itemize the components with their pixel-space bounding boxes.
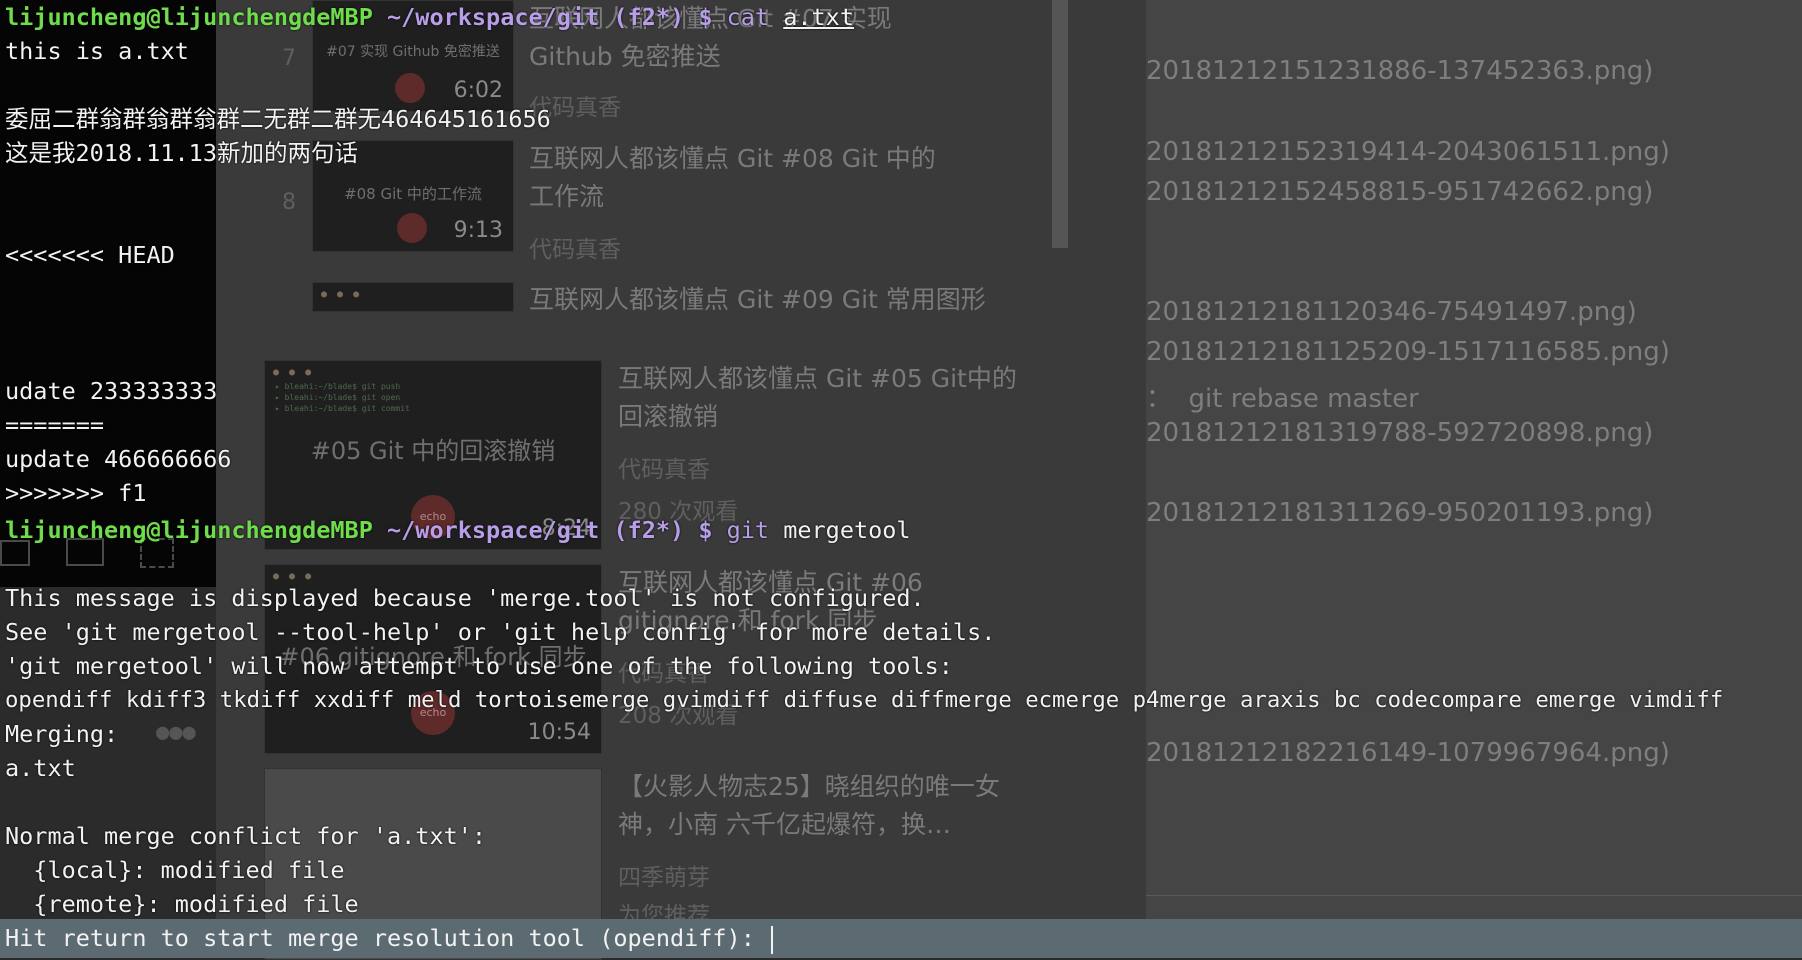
output-line: >>>>>>> f1	[5, 479, 147, 507]
command-name: git	[726, 516, 770, 544]
output-line: opendiff kdiff3 tkdiff xxdiff meld torto…	[5, 687, 1724, 713]
output-line: See 'git mergetool --tool-help' or 'git …	[5, 618, 996, 646]
prompt-branch: (f2*)	[613, 3, 685, 31]
output-line: <<<<<<< HEAD	[5, 241, 175, 269]
prompt-path: ~/workspace/git	[387, 516, 600, 544]
output-line: this is a.txt	[5, 37, 189, 65]
prompt-branch: (f2*)	[613, 516, 685, 544]
command-name: cat	[726, 3, 770, 31]
output-line: {remote}: modified file	[5, 890, 359, 918]
prompt-symbol: $	[698, 3, 713, 31]
output-line: Merging:	[5, 720, 119, 748]
prompt-symbol: $	[698, 516, 713, 544]
prompt-user: lijuncheng@lijunchengdeMBP	[5, 516, 373, 544]
output-line: {local}: modified file	[5, 856, 345, 884]
output-line: 这是我2018.11.13新加的两句话	[5, 139, 358, 167]
terminal[interactable]: lijuncheng@lijunchengdeMBP ~/workspace/g…	[0, 0, 1802, 958]
prompt-line: lijuncheng@lijunchengdeMBP ~/workspace/g…	[5, 513, 911, 547]
output-line: 'git mergetool' will now attempt to use …	[5, 652, 953, 680]
command-argument: mergetool	[783, 516, 911, 544]
output-line: a.txt	[5, 754, 76, 782]
output-line: =======	[5, 411, 105, 439]
prompt-line: lijuncheng@lijunchengdeMBP ~/workspace/g…	[5, 0, 854, 34]
prompt-path: ~/workspace/git	[387, 3, 600, 31]
input-prompt-line[interactable]: Hit return to start merge resolution too…	[5, 919, 774, 958]
output-line: update 466666666	[5, 445, 232, 473]
output-line: This message is displayed because 'merge…	[5, 584, 925, 612]
prompt-user: lijuncheng@lijunchengdeMBP	[5, 3, 373, 31]
input-prompt: Hit return to start merge resolution too…	[5, 924, 770, 952]
output-line: Normal merge conflict for 'a.txt':	[5, 822, 487, 850]
output-line: 委屈二群翁群翁群翁群二无群二群无464645161656	[5, 105, 551, 133]
text-cursor	[771, 925, 774, 954]
command-argument: a.txt	[783, 3, 854, 31]
output-line: udate 233333333	[5, 377, 218, 405]
